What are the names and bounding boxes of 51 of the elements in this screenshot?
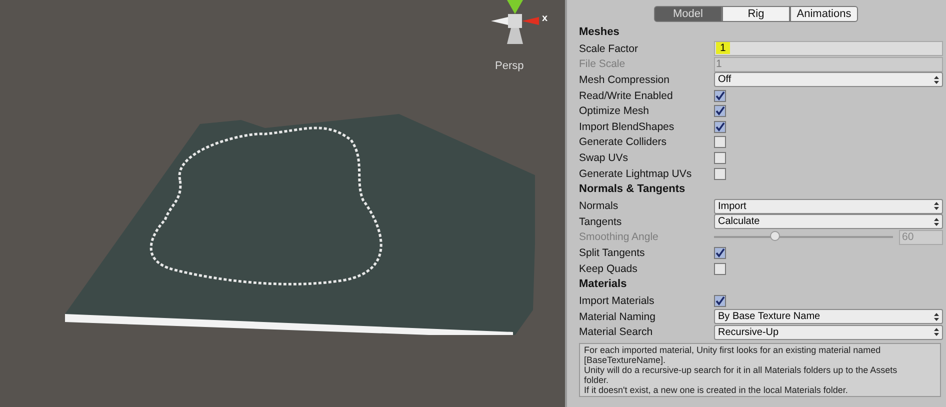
help-text: Unity will do a recursive-up search for it in all Materials folders up to the Assets [584,365,898,376]
field-label: Normals [579,200,620,212]
section-header: Meshes [579,25,620,40]
field-label: File Scale [579,58,626,70]
checkbox[interactable] [714,90,726,102]
field-label: Tangents [579,216,623,228]
dropdown[interactable]: Off [714,72,943,88]
updown-caret-icon [934,218,939,226]
field-label: Read/Write Enabled [579,90,674,102]
field-label: Import Materials [579,295,656,308]
field-label: Material Naming [579,310,656,323]
tab[interactable]: Model [654,6,722,22]
field-label: Mesh Compression [579,74,670,86]
field-label: Scale Factor [579,42,639,55]
updown-caret-icon [934,312,939,321]
field-label: Material Search [579,326,654,338]
tab[interactable]: Rig [722,6,790,22]
input-field[interactable]: 1 [714,41,943,56]
field-label: Optimize Mesh [579,105,650,118]
axis-label: x [542,13,548,24]
section-header: Normals & Tangents [579,182,686,198]
dropdown[interactable]: Calculate [714,214,943,230]
checkbox[interactable] [714,152,726,164]
projection-label[interactable]: Persp [495,60,524,72]
tab[interactable]: Animations [790,6,858,22]
updown-caret-icon [934,76,939,84]
updown-caret-icon [934,202,939,210]
dropdown[interactable]: Recursive-Up [714,324,943,340]
dropdown[interactable]: Import [714,198,943,214]
checkbox[interactable] [714,295,726,308]
checkbox[interactable] [714,105,726,118]
updown-caret-icon [934,328,939,336]
input-field: 1 [714,56,943,72]
help-text: If it doesn't exist, a new one is created in the local Materials folder. [584,385,849,396]
field-label: Swap UVs [579,152,630,164]
dropdown[interactable]: By Base Texture Name [714,309,943,324]
field-label: Generate Lightmap UVs [579,168,693,180]
help-text: [BaseTextureName]. [584,355,667,366]
checkbox[interactable] [714,246,726,259]
field-label: Import BlendShapes [579,120,676,133]
checkbox[interactable] [714,262,726,275]
field-label: Smoothing Angle [579,231,660,244]
help-text: folder. [584,375,610,386]
section-header: Materials [579,277,628,292]
field-label: Split Tangents [579,246,646,259]
checkbox[interactable] [714,136,726,148]
field-label: Keep Quads [579,262,638,275]
checkbox[interactable] [714,168,726,180]
checkbox[interactable] [714,120,726,133]
help-text: For each imported material, Unity first looks for an existing material named [584,345,882,356]
field-label: Generate Colliders [579,136,668,148]
